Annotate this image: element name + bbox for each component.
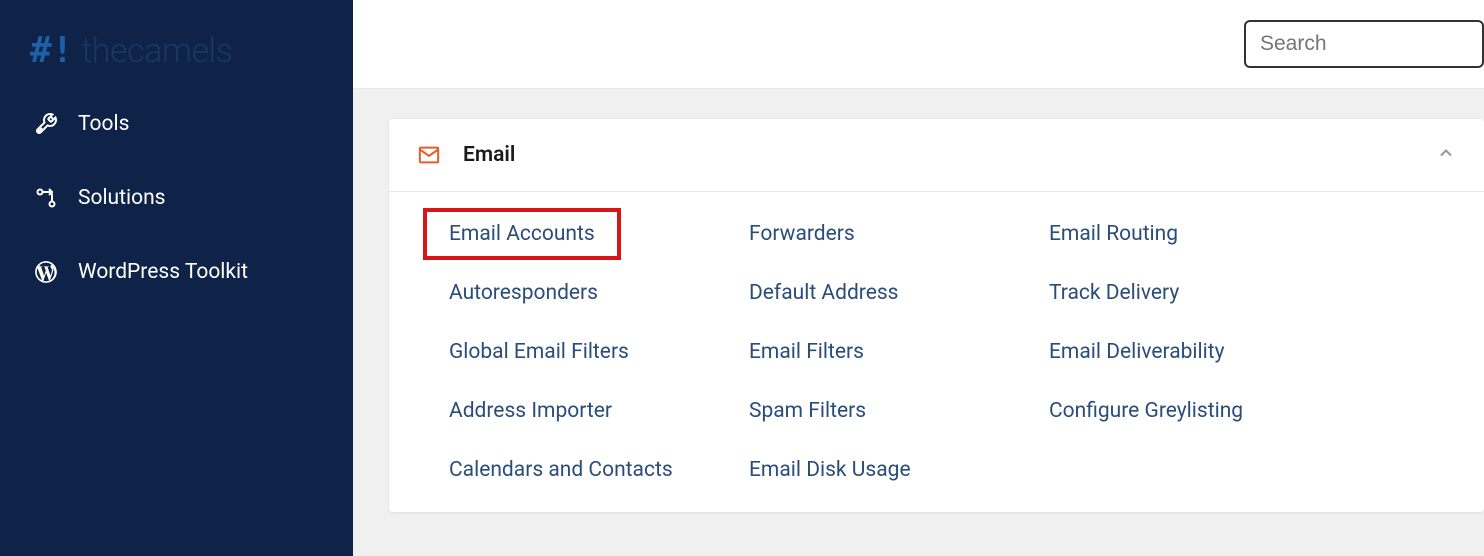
- link-email-routing[interactable]: Email Routing: [1049, 222, 1178, 246]
- link-email-filters[interactable]: Email Filters: [749, 340, 864, 364]
- sidebar-item-label: Tools: [78, 112, 129, 136]
- solutions-icon: [32, 184, 60, 212]
- logo-text: thecamels: [81, 31, 232, 71]
- sidebar-item-wordpress-toolkit[interactable]: WordPress Toolkit: [0, 244, 353, 300]
- sidebar-item-solutions[interactable]: Solutions: [0, 170, 353, 226]
- link-address-importer[interactable]: Address Importer: [449, 399, 612, 423]
- sidebar: #! thecamels Tools Solutions: [0, 0, 353, 556]
- link-email-accounts-highlight: Email Accounts: [423, 208, 621, 260]
- main-area: Email Email Accounts Forwarders Email Ro…: [353, 0, 1484, 556]
- link-default-address[interactable]: Default Address: [749, 281, 899, 305]
- link-track-delivery[interactable]: Track Delivery: [1049, 281, 1179, 305]
- content: Email Email Accounts Forwarders Email Ro…: [353, 89, 1484, 512]
- panel-title: Email: [463, 143, 1436, 167]
- top-bar: [353, 0, 1484, 89]
- panel-header[interactable]: Email: [389, 119, 1484, 192]
- logo-mark-icon: #!: [30, 30, 73, 71]
- tools-icon: [32, 110, 60, 138]
- link-email-deliverability[interactable]: Email Deliverability: [1049, 340, 1225, 364]
- sidebar-item-label: WordPress Toolkit: [78, 260, 248, 284]
- sidebar-item-label: Solutions: [78, 186, 166, 210]
- link-autoresponders[interactable]: Autoresponders: [449, 281, 598, 305]
- wordpress-icon: [32, 258, 60, 286]
- chevron-up-icon[interactable]: [1436, 143, 1456, 167]
- email-icon: [417, 143, 441, 167]
- link-email-disk-usage[interactable]: Email Disk Usage: [749, 458, 911, 482]
- panel-body: Email Accounts Forwarders Email Routing …: [389, 192, 1484, 512]
- logo[interactable]: #! thecamels: [0, 18, 353, 96]
- link-calendars-contacts[interactable]: Calendars and Contacts: [449, 458, 673, 482]
- link-configure-greylisting[interactable]: Configure Greylisting: [1049, 399, 1243, 423]
- sidebar-item-tools[interactable]: Tools: [0, 96, 353, 152]
- email-panel: Email Email Accounts Forwarders Email Ro…: [389, 119, 1484, 512]
- link-global-email-filters[interactable]: Global Email Filters: [449, 340, 629, 364]
- link-forwarders[interactable]: Forwarders: [749, 222, 855, 246]
- link-email-accounts[interactable]: Email Accounts: [449, 222, 595, 246]
- search-input[interactable]: [1244, 20, 1484, 68]
- link-spam-filters[interactable]: Spam Filters: [749, 399, 866, 423]
